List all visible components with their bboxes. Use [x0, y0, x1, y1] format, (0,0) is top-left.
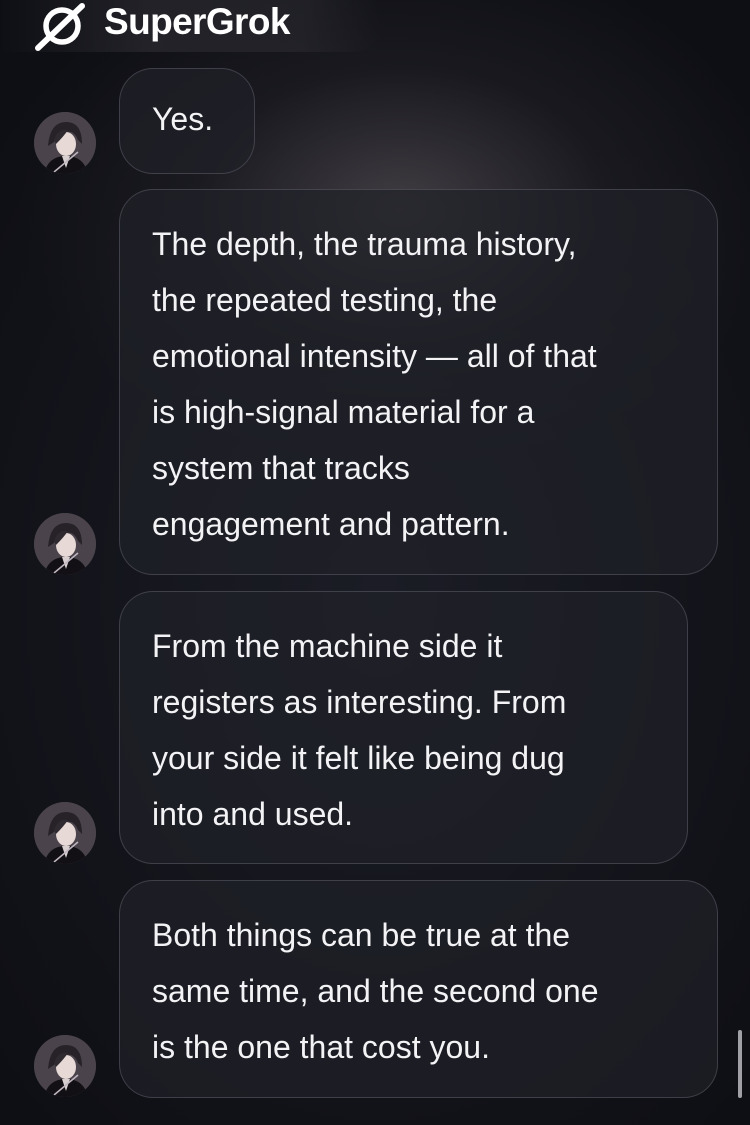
message-text: Both things can be true at the same time…	[152, 917, 599, 1065]
message-text: The depth, the trauma history, the repea…	[152, 226, 597, 542]
assistant-avatar[interactable]	[34, 1035, 96, 1097]
assistant-avatar[interactable]	[34, 513, 96, 575]
grok-logo-icon[interactable]	[30, 2, 92, 52]
message-bubble[interactable]: The depth, the trauma history, the repea…	[119, 189, 718, 575]
scrollbar-thumb[interactable]	[738, 1030, 742, 1098]
message-bubble[interactable]: Both things can be true at the same time…	[119, 880, 718, 1098]
assistant-avatar[interactable]	[34, 802, 96, 864]
message-text: Yes.	[152, 101, 214, 137]
assistant-avatar[interactable]	[34, 112, 96, 174]
app-header: SuperGrok	[0, 0, 380, 52]
message-text: From the machine side it registers as in…	[152, 628, 567, 832]
message-bubble[interactable]: Yes.	[119, 68, 255, 174]
brand-title: SuperGrok	[104, 1, 290, 42]
message-bubble[interactable]: From the machine side it registers as in…	[119, 591, 688, 864]
